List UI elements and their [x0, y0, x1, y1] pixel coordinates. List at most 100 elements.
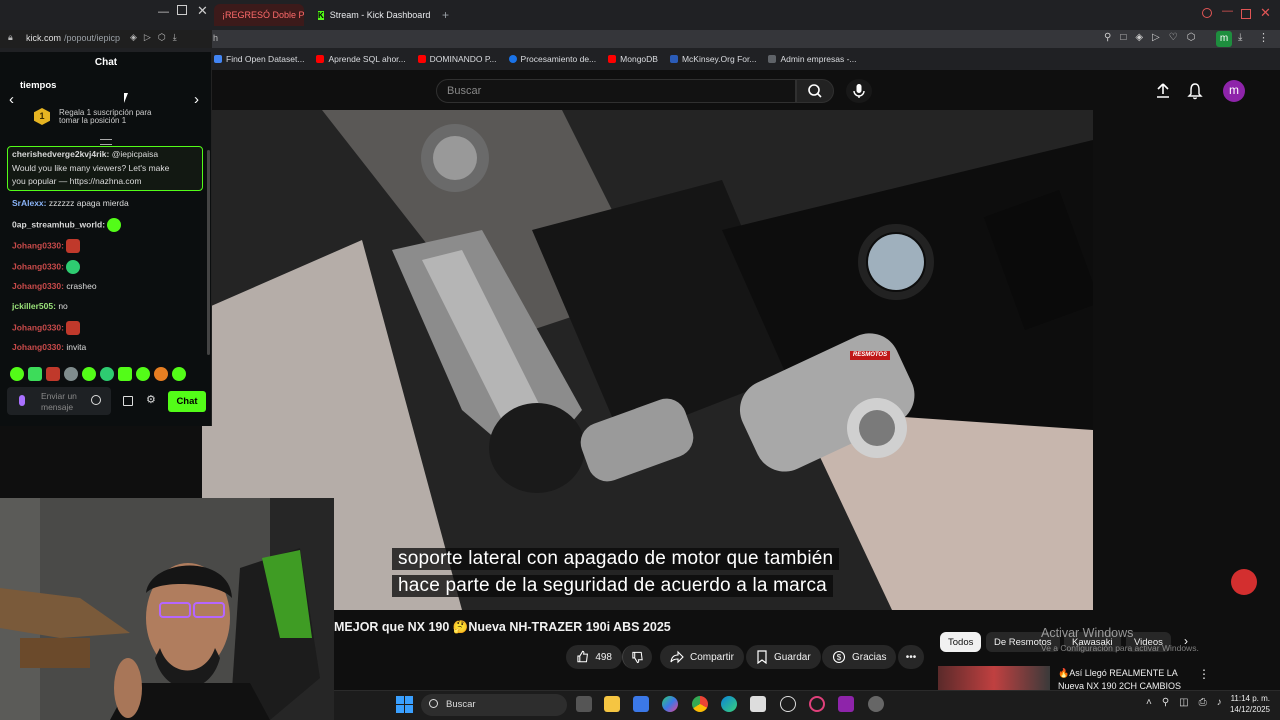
obs-like-app-icon[interactable] [838, 696, 854, 712]
activate-windows-subtitle: Ve a Configuración para activar Windows. [1041, 643, 1199, 653]
chat-username[interactable]: Johang0330: [12, 322, 64, 332]
chat-username[interactable]: cherishedverge2kvj4rik: [12, 149, 109, 159]
subtitle-line-1: soporte lateral con apagado de motor que… [392, 548, 840, 570]
chat-scroll-handle[interactable] [100, 139, 112, 145]
store-icon[interactable] [633, 696, 649, 712]
super-thanks-icon: $ [832, 650, 846, 664]
browser-menu-icon[interactable]: ⋮ [1258, 31, 1269, 44]
bookmark-item[interactable]: McKinsey.Org For... [669, 54, 756, 64]
chatgpt-icon[interactable] [780, 696, 796, 712]
recommended-thumbnail[interactable] [938, 666, 1050, 690]
copilot-icon[interactable] [662, 696, 678, 712]
folder-icon [768, 55, 777, 63]
window-minimize-icon[interactable]: — [1222, 5, 1233, 17]
bookmark-item[interactable]: Find Open Dataset... [214, 54, 304, 64]
gift-text-2: tomar la posición 1 [59, 116, 127, 125]
emote-icon[interactable] [46, 367, 60, 381]
notifications-icon[interactable] [1186, 82, 1204, 100]
window-close-icon[interactable]: ✕ [1260, 5, 1271, 21]
video-player[interactable]: RESMOTOS [202, 110, 1093, 610]
channel-badge-icon[interactable] [1231, 569, 1257, 595]
chat-send-button[interactable]: Chat [168, 391, 206, 412]
thumbs-down-icon [632, 651, 643, 664]
emote-icon[interactable] [28, 367, 42, 381]
tab-youtube[interactable]: ¡REGRESÓ Doble Pr [214, 4, 304, 26]
bookmark-item[interactable]: Procesamiento de... [508, 54, 596, 64]
taskbar-time[interactable]: 11:14 p. m. [1228, 694, 1270, 703]
chip-todos[interactable]: Todos [940, 632, 982, 652]
chevron-right-icon[interactable]: › [194, 91, 199, 108]
video-title: MEJOR que NX 190 🤔Nueva NH-TRAZER 190i A… [334, 620, 671, 634]
gift-icon[interactable] [123, 396, 133, 406]
window-search-icon[interactable] [1202, 8, 1212, 18]
recommended-menu-icon[interactable]: ⋮ [1198, 667, 1210, 681]
download-icon[interactable]: ⤓ [1238, 32, 1242, 43]
tab-kick-dashboard[interactable]: K Stream - Kick Dashboard [310, 4, 438, 26]
emote-icon[interactable] [100, 367, 114, 381]
bookmark-icon [214, 55, 222, 63]
bookmark-item[interactable]: DOMINANDO P... [417, 54, 497, 64]
recommended-title-1[interactable]: 🔥Así Llegó REALMENTE LA [1058, 668, 1178, 679]
settings-gear-icon[interactable]: ⚙︎ [146, 393, 156, 406]
more-actions-button[interactable]: ••• [898, 645, 924, 669]
chat-scrollbar[interactable] [207, 150, 210, 355]
settings-app-icon[interactable] [868, 696, 884, 712]
emote-icon[interactable] [136, 367, 150, 381]
chat-message: Johang0330: [12, 239, 81, 253]
upload-icon[interactable] [1154, 82, 1172, 100]
chat-username[interactable]: Johang0330: [12, 240, 64, 250]
voice-search-button[interactable] [846, 79, 872, 103]
search-button[interactable] [796, 79, 834, 103]
chat-username[interactable]: SrAlexx: [12, 198, 47, 208]
profile-avatar[interactable]: m [1216, 31, 1232, 47]
emote-icon[interactable] [118, 367, 132, 381]
chat-username[interactable]: Johang0330: [12, 281, 64, 291]
emoji-icon[interactable] [91, 395, 101, 405]
file-explorer-icon[interactable] [604, 696, 620, 712]
emote-icon[interactable] [172, 367, 186, 381]
window-maximize-icon[interactable] [1241, 9, 1251, 19]
chrome-icon[interactable] [692, 696, 708, 712]
youtube-icon [417, 55, 426, 63]
taskbar-search[interactable]: Buscar [421, 694, 567, 716]
opera-gx-icon[interactable] [809, 696, 825, 712]
windows-start-icon[interactable] [396, 696, 413, 713]
taskbar-date[interactable]: 14/12/2025 [1226, 705, 1270, 714]
bookmark-item[interactable]: Aprende SQL ahor... [316, 54, 406, 64]
app-icon[interactable] [750, 696, 766, 712]
chat-url-path[interactable]: /popout/iepicp [64, 33, 120, 43]
chat-input-box[interactable]: Enviar un mensaje [7, 387, 111, 415]
close-icon[interactable]: ✕ [197, 3, 208, 19]
address-fragment[interactable]: h [213, 33, 218, 43]
emote-icon[interactable] [154, 367, 168, 381]
emote-icon[interactable] [10, 367, 24, 381]
task-view-icon[interactable] [576, 696, 592, 712]
chat-username[interactable]: Johang0330: [12, 261, 64, 271]
emote-icon [107, 218, 122, 232]
emote-icon[interactable] [82, 367, 96, 381]
new-tab-button[interactable]: + [442, 8, 449, 22]
chat-url-domain[interactable]: kick.com [26, 33, 61, 43]
emote-icon[interactable] [64, 367, 78, 381]
share-button[interactable]: Compartir [660, 645, 744, 669]
bookmark-item[interactable]: MongoDB [608, 54, 658, 64]
bookmark-item[interactable]: Admin empresas -... [768, 54, 857, 64]
search-input[interactable]: Buscar [436, 79, 796, 103]
dislike-button[interactable] [622, 645, 652, 669]
thumbs-up-icon [577, 650, 589, 663]
tab-kick-label: Stream - Kick Dashboard [329, 10, 431, 20]
channel-watermark-text: RESMOTOS [852, 352, 888, 358]
minimize-icon[interactable]: — [158, 6, 169, 18]
emote-icon [66, 321, 81, 335]
thanks-button[interactable]: $ Gracias [822, 645, 897, 669]
save-button[interactable]: Guardar [746, 645, 821, 669]
chat-username[interactable]: Johang0330: [12, 342, 64, 352]
chat-username[interactable]: jckiller505: [12, 301, 56, 311]
like-button[interactable]: 498 [566, 645, 622, 669]
chat-username[interactable]: 0ap_streamhub_world: [12, 219, 105, 229]
recommended-title-2[interactable]: Nueva NX 190 2CH CAMBIOS [1058, 681, 1181, 690]
account-avatar[interactable]: m [1223, 80, 1245, 102]
edge-icon[interactable] [721, 696, 737, 712]
chevron-left-icon[interactable]: ‹ [9, 91, 14, 108]
maximize-icon[interactable] [177, 5, 187, 15]
